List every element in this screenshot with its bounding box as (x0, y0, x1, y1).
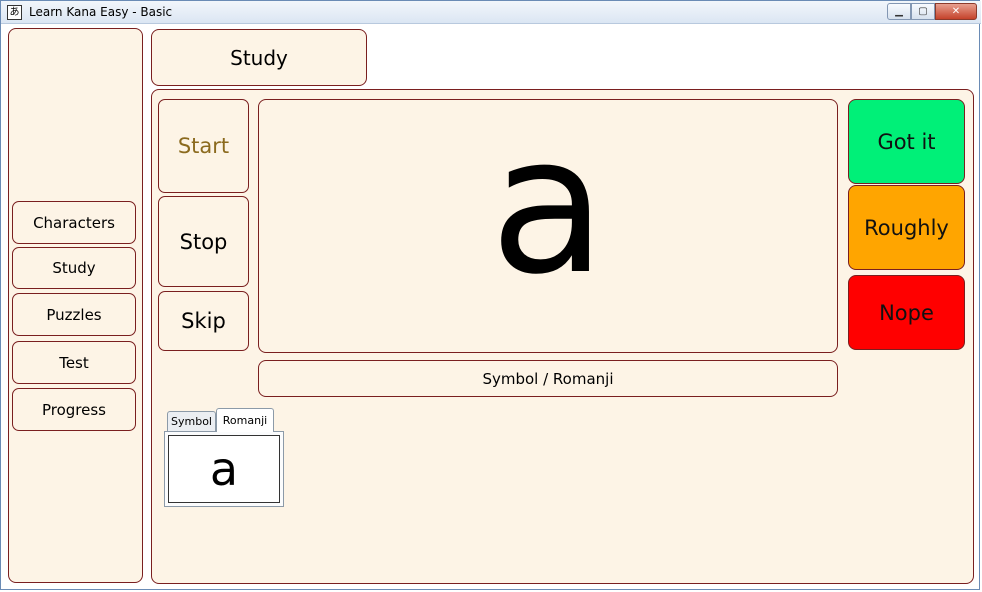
flash-card: a (258, 99, 838, 353)
window-title: Learn Kana Easy - Basic (29, 5, 173, 19)
maximize-button[interactable]: ▢ (911, 3, 935, 20)
app-icon: あ (7, 5, 22, 20)
tab-romanji[interactable]: Romanji (216, 408, 274, 432)
tab-symbol[interactable]: Symbol (167, 411, 216, 431)
roughly-button[interactable]: Roughly (848, 185, 965, 270)
card-symbol: a (489, 95, 607, 316)
sidebar-item-study[interactable]: Study (12, 247, 136, 289)
skip-button[interactable]: Skip (158, 291, 249, 351)
got-it-button[interactable]: Got it (848, 99, 965, 184)
page-title: Study (151, 29, 367, 86)
sidebar-item-puzzles[interactable]: Puzzles (12, 293, 136, 336)
app-window: あ Learn Kana Easy - Basic ▁ ▢ ✕ Characte… (0, 0, 981, 590)
sidebar-item-progress[interactable]: Progress (12, 388, 136, 431)
minimize-button[interactable]: ▁ (887, 3, 911, 20)
start-button[interactable]: Start (158, 99, 249, 193)
stop-button[interactable]: Stop (158, 196, 249, 287)
mode-label: Symbol / Romanji (258, 360, 838, 397)
sidebar-item-characters[interactable]: Characters (12, 201, 136, 244)
window-controls: ▁ ▢ ✕ (887, 3, 977, 20)
close-button[interactable]: ✕ (935, 3, 977, 20)
preview-value: a (168, 435, 280, 503)
sidebar-item-test[interactable]: Test (12, 341, 136, 384)
preview-tab-panel: a (164, 431, 284, 507)
nope-button[interactable]: Nope (848, 275, 965, 350)
title-bar[interactable]: あ Learn Kana Easy - Basic ▁ ▢ ✕ (1, 1, 981, 24)
